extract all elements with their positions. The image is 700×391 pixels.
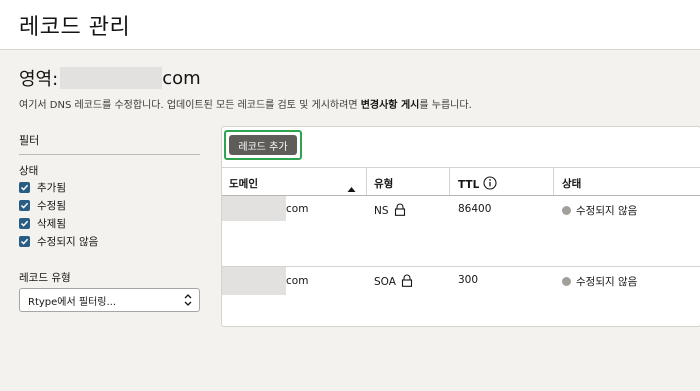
lock-icon xyxy=(394,203,406,219)
checkbox-label: 삭제됨 xyxy=(37,218,66,230)
zone-title: 영역: com xyxy=(19,65,201,91)
zone-label: 영역: xyxy=(19,69,59,90)
checkbox-added[interactable]: 추가됨 xyxy=(19,180,66,195)
lock-icon xyxy=(401,274,413,290)
desc-bold-text: 변경사항 게시 xyxy=(360,100,420,111)
divider xyxy=(19,154,200,155)
domain-suffix: com xyxy=(286,275,309,287)
chevron-updown-icon xyxy=(183,293,193,310)
desc-text: 여기서 DNS 레코드를 수정합니다. 업데이트된 모든 레코드를 검토 및 게… xyxy=(19,100,361,111)
zone-description: 여기서 DNS 레코드를 수정합니다. 업데이트된 모든 레코드를 검토 및 게… xyxy=(19,96,472,111)
record-type: SOA xyxy=(374,276,396,288)
status-dot-icon xyxy=(562,206,571,215)
table-header-top-border xyxy=(222,167,700,168)
table-row-type: NS xyxy=(374,203,406,219)
table-row-type: SOA xyxy=(374,274,413,290)
table-row-ttl: 86400 xyxy=(458,203,492,215)
redacted-domain xyxy=(222,196,286,221)
column-separator xyxy=(553,168,554,195)
zone-domain-suffix: com xyxy=(162,67,201,89)
check-icon[interactable] xyxy=(19,182,30,193)
filter-title: 필터 xyxy=(19,134,40,147)
rtype-placeholder: Rtype에서 필터링... xyxy=(28,296,117,308)
column-header-label: TTL xyxy=(458,178,480,191)
record-type: NS xyxy=(374,205,389,217)
column-header-label: 도메인 xyxy=(229,178,258,190)
checkbox-deleted[interactable]: 삭제됨 xyxy=(19,216,66,231)
table-row-state: 수정되지 않음 xyxy=(562,274,637,289)
table-row-domain: com xyxy=(222,267,308,295)
status-text: 수정되지 않음 xyxy=(576,205,638,217)
checkbox-label: 수정됨 xyxy=(37,200,66,212)
check-icon[interactable] xyxy=(19,236,30,247)
page-header: 레코드 관리 xyxy=(0,0,700,50)
column-header-label: 상태 xyxy=(562,178,582,190)
checkbox-modified[interactable]: 수정됨 xyxy=(19,198,66,213)
column-header-type[interactable]: 유형 xyxy=(374,176,393,191)
column-header-domain[interactable]: 도메인 xyxy=(229,176,258,191)
checkbox-label: 추가됨 xyxy=(37,182,66,194)
sort-up-icon[interactable] xyxy=(347,178,356,197)
desc-text-end: 를 누릅니다. xyxy=(419,100,472,111)
column-header-label: 유형 xyxy=(374,178,394,190)
table-row-ttl: 300 xyxy=(458,274,479,286)
domain-suffix: com xyxy=(286,202,309,215)
rtype-filter-label: 레코드 유형 xyxy=(19,272,71,284)
state-filter-label: 상태 xyxy=(19,165,39,177)
table-row-domain: com xyxy=(222,196,308,221)
page-title: 레코드 관리 xyxy=(19,15,131,40)
column-separator xyxy=(449,168,450,195)
check-icon[interactable] xyxy=(19,218,30,229)
status-dot-icon xyxy=(562,277,571,286)
checkbox-unmodified[interactable]: 수정되지 않음 xyxy=(19,234,98,249)
column-header-ttl[interactable]: TTL xyxy=(458,176,497,193)
checkbox-label: 수정되지 않음 xyxy=(37,236,99,248)
status-text: 수정되지 않음 xyxy=(576,276,638,288)
redacted-domain xyxy=(60,67,163,89)
rtype-filter-select[interactable]: Rtype에서 필터링... xyxy=(19,288,200,312)
table-row-state: 수정되지 않음 xyxy=(562,203,637,218)
redacted-domain xyxy=(222,267,286,295)
info-icon[interactable] xyxy=(483,176,497,193)
column-header-state[interactable]: 상태 xyxy=(562,176,581,191)
column-separator xyxy=(366,168,367,195)
add-record-button[interactable]: 레코드 추가 xyxy=(229,135,297,155)
check-icon[interactable] xyxy=(19,200,30,211)
